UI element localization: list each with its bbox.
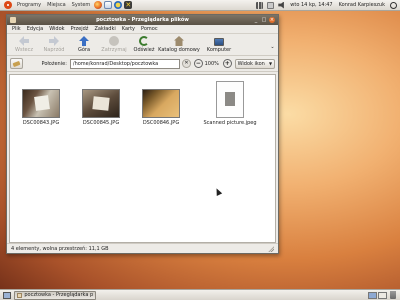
ubuntu-logo-icon[interactable] [4, 1, 12, 9]
file-view[interactable]: DSC00843.JPG DSC00845.JPG DSC00846.JPG S… [9, 74, 276, 243]
home-label: Katalog domowy [158, 47, 200, 53]
file-name: DSC00846.JPG [142, 120, 180, 126]
bottom-panel: pocztowka - Przeglądarka plików [0, 289, 400, 300]
menu-programy[interactable]: Programy [14, 2, 44, 8]
help-launcher-icon[interactable] [114, 1, 123, 9]
back-label: Wstecz [15, 47, 33, 53]
view-mode-label: Widok ikon [237, 60, 265, 67]
file-name: DSC00845.JPG [82, 120, 120, 126]
computer-button[interactable]: Komputer [199, 38, 239, 53]
menu-plik[interactable]: Plik [9, 26, 24, 32]
chevron-down-icon[interactable]: ⌄ [269, 44, 276, 50]
zoom-in-button[interactable]: + [222, 59, 232, 68]
maximize-icon[interactable]: □ [261, 17, 267, 23]
file-name: Scanned picture.jpeg [203, 120, 257, 126]
file-name: DSC00843.JPG [22, 120, 60, 126]
toolbar: Wstecz Naprzód Góra Zatrzymaj Odśwież Ka… [7, 34, 278, 56]
image-thumbnail [22, 89, 60, 118]
image-thumbnail [216, 81, 244, 118]
close-app-launcher-icon[interactable]: ✕ [124, 1, 133, 9]
reload-label: Odśwież [133, 47, 155, 53]
reload-icon [139, 36, 149, 46]
forward-label: Naprzód [43, 47, 65, 53]
location-label: Położenie: [41, 60, 67, 67]
network-icon[interactable] [256, 1, 264, 9]
taskbar-window-label: pocztowka - Przeglądarka plików [24, 292, 93, 298]
arrow-right-icon [49, 36, 59, 46]
firefox-launcher-icon[interactable] [94, 1, 103, 9]
menu-system[interactable]: System [69, 2, 94, 8]
forward-button[interactable]: Naprzód [39, 36, 69, 53]
menu-karty[interactable]: Karty [119, 26, 138, 32]
menu-widok[interactable]: Widok [46, 26, 67, 32]
image-thumbnail [142, 89, 180, 118]
trash-icon[interactable] [390, 291, 396, 299]
view-mode-select[interactable]: Widok ikon ▼ [234, 58, 276, 69]
toggle-location-button[interactable] [10, 58, 24, 69]
arrow-up-icon [79, 36, 89, 46]
clear-location-icon[interactable]: ✕ [182, 59, 191, 68]
home-icon [174, 36, 184, 46]
volume-icon[interactable] [278, 1, 284, 9]
reload-button[interactable]: Odśwież [129, 36, 159, 53]
top-panel: Programy Miejsca System ✕ wto 14 kp, 14:… [0, 0, 400, 11]
image-thumbnail [82, 89, 120, 118]
workspace-2[interactable] [378, 291, 387, 299]
stop-label: Zatrzymaj [101, 47, 127, 53]
clock[interactable]: wto 14 kp, 14:47 [287, 2, 335, 8]
mail-notify-icon[interactable] [267, 1, 275, 9]
close-icon[interactable]: × [269, 17, 275, 23]
minimize-icon[interactable]: _ [253, 17, 259, 23]
back-button[interactable]: Wstecz [9, 36, 39, 53]
mail-launcher-icon[interactable] [104, 1, 113, 9]
file-item[interactable]: DSC00845.JPG [75, 89, 127, 126]
chevron-down-icon: ▼ [268, 61, 273, 66]
file-browser-window: pocztowka - Przeglądarka plików _ □ × Pl… [6, 14, 279, 254]
user-name[interactable]: Konrad Karpieszuk [336, 2, 388, 8]
menu-pomoc[interactable]: Pomoc [138, 26, 161, 32]
file-item[interactable]: DSC00846.JPG [135, 89, 187, 126]
file-item[interactable]: DSC00843.JPG [15, 89, 67, 126]
resize-grip-icon[interactable] [268, 245, 274, 252]
folder-icon [10, 17, 16, 23]
up-button[interactable]: Góra [69, 36, 99, 53]
menu-zakladki[interactable]: Zakładki [91, 26, 118, 32]
file-item[interactable]: Scanned picture.jpeg [202, 81, 258, 126]
status-bar: 4 elementy, wolna przestrzeń: 11,1 GB [7, 243, 278, 253]
location-bar: Położenie: ✕ − 100% + Widok ikon ▼ [7, 56, 278, 72]
menu-edycja[interactable]: Edycja [24, 26, 47, 32]
zoom-out-button[interactable]: − [193, 59, 203, 68]
menu-przejdz[interactable]: Przejdź [68, 26, 92, 32]
panel-tray: wto 14 kp, 14:47 Konrad Karpieszuk [254, 1, 400, 9]
window-title: pocztowka - Przeglądarka plików [96, 17, 189, 23]
computer-icon [214, 38, 224, 46]
location-input[interactable] [69, 58, 181, 69]
window-controls: _ □ × [251, 17, 275, 23]
zoom-level: 100% [204, 60, 219, 67]
status-text: 4 elementy, wolna przestrzeń: 11,1 GB [11, 245, 109, 252]
workspace-1[interactable] [368, 291, 377, 299]
menu-miejsca[interactable]: Miejsca [44, 2, 69, 8]
up-label: Góra [77, 47, 91, 53]
menu-bar: Plik Edycja Widok Przejdź Zakładki Karty… [7, 25, 278, 34]
home-button[interactable]: Katalog domowy [158, 36, 200, 53]
taskbar-window-button[interactable]: pocztowka - Przeglądarka plików [14, 290, 96, 300]
show-desktop-icon[interactable] [3, 291, 11, 299]
power-icon[interactable] [390, 1, 397, 9]
stop-icon [109, 36, 119, 46]
workspace-switcher [367, 291, 387, 299]
pencil-icon [12, 60, 21, 67]
folder-icon [17, 292, 23, 298]
computer-label: Komputer [206, 47, 232, 53]
arrow-left-icon [19, 36, 29, 46]
title-bar[interactable]: pocztowka - Przeglądarka plików _ □ × [7, 15, 278, 25]
stop-button[interactable]: Zatrzymaj [99, 36, 129, 53]
